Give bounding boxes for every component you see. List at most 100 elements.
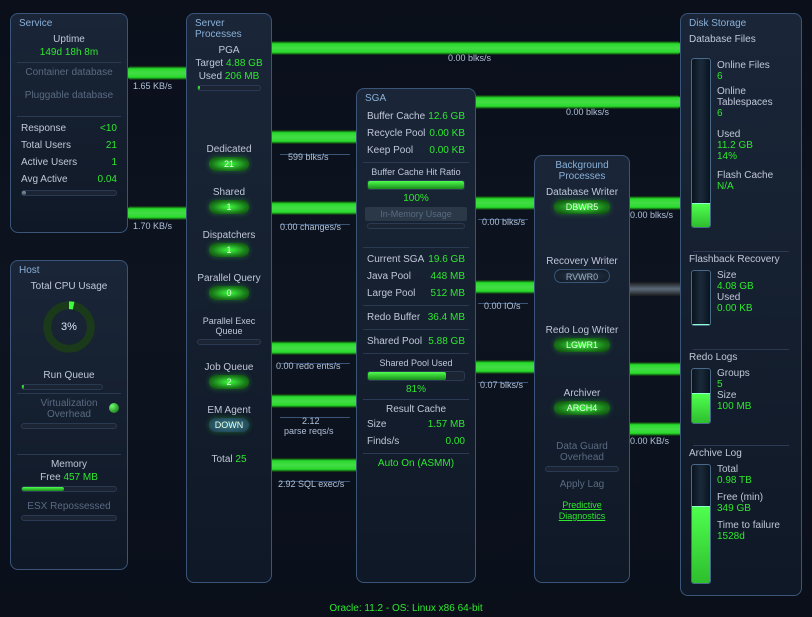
ttf-value: 1528d [717,531,797,542]
host-title: Host [11,263,127,280]
disk-used-pct: 14% [717,151,797,162]
pq-value[interactable]: 0 [209,286,249,300]
shared-value[interactable]: 1 [209,200,249,214]
flow-service-server-2 [128,206,188,220]
memory-free-value: 457 MB [63,472,97,483]
result-cache-label: Result Cache [357,403,475,416]
java-value: 448 MB [431,269,465,284]
recovery-value[interactable]: RVWR0 [554,269,610,283]
cpu-donut[interactable]: 3% [41,299,97,355]
redo-buffer-label: Redo Buffer [367,310,420,325]
memory-free-label: Free [40,472,61,483]
footer-text: Oracle: 11.2 - OS: Linux x86 64-bit [0,603,812,614]
pluggable-db-label: Pluggable database [11,89,127,102]
groups-label: Groups [717,368,797,379]
disk-title: Disk Storage [681,16,801,33]
inmem-label: In-Memory Usage [365,207,467,221]
flow-label: 0.00 IO/s [484,301,521,311]
service-panel: Service Uptime 149d 18h 8m Container dat… [10,13,128,233]
active-users-value: 1 [111,155,117,170]
flow-service-server-1 [128,66,188,80]
pga-bar [197,85,261,91]
flow-sga-bg-1 [472,196,536,210]
uptime-value: 149d 18h 8m [40,47,98,58]
shared-pool-label: Shared Pool [367,334,422,349]
flow-label: 0.07 blks/s [480,380,523,390]
server-title: Server Processes [187,16,271,44]
target-label: Target [195,58,223,69]
dbwriter-value[interactable]: DBWR5 [554,200,610,214]
flow-server-sga-1 [268,130,358,144]
recycle-label: Recycle Pool [367,126,425,141]
run-queue-label: Run Queue [11,369,127,382]
redo-tank[interactable] [691,368,711,424]
dispatchers-value[interactable]: 1 [209,243,249,257]
flow-label: 0.00 changes/s [280,222,341,232]
memory-bar [21,486,117,492]
apply-label: Apply Lag [535,478,629,491]
total-value: 25 [235,454,246,465]
pexec-label: Parallel Exec Queue [187,315,271,337]
flow-label: 0.00 KB/s [630,436,669,446]
uptime-label: Uptime [53,34,85,45]
ttf-label: Time to failure [717,520,797,531]
pq-label: Parallel Query [187,272,271,285]
dedicated-value[interactable]: 21 [209,157,249,171]
container-db-label: Container database [11,66,127,79]
cpu-pct: 3% [41,299,97,355]
redo-label: Redo Log Writer [535,324,629,337]
em-value[interactable]: DOWN [209,418,249,432]
java-label: Java Pool [367,269,411,284]
jq-value[interactable]: 2 [209,375,249,389]
hit-value: 100% [357,192,475,205]
flow-label: 0.00 blks/s [566,107,609,117]
avg-active-label: Avg Active [21,172,68,187]
shared-used-label: Shared Pool Used [357,357,475,369]
current-sga-value: 19.6 GB [428,252,465,267]
large-value: 512 MB [431,286,465,301]
host-panel: Host Total CPU Usage 3% Run Queue Virtua… [10,260,128,570]
redo-size-value: 100 MB [717,401,797,412]
esx-label: ESX Repossessed [11,500,127,513]
flow-label: 2.92 SQL exec/s [278,479,344,489]
dg-label: Data Guard Overhead [535,440,629,464]
predictive-link[interactable]: Predictive Diagnostics [559,500,606,521]
dbfiles-tank[interactable] [691,58,711,228]
flow-server-sga-3 [268,341,358,355]
keep-label: Keep Pool [367,143,413,158]
inmem-bar [367,223,465,229]
fb-used-label: Used [717,292,797,303]
sga-panel: SGA Buffer Cache12.6 GB Recycle Pool0.00… [356,88,476,583]
dispatchers-label: Dispatchers [187,229,271,242]
redo-value[interactable]: LGWR1 [554,338,610,352]
disk-used-label: Used [717,129,797,140]
rc-size-value: 1.57 MB [428,417,465,432]
flow-server-sga-5 [268,458,358,472]
archive-tank[interactable] [691,464,711,584]
used-label: Used [199,71,222,82]
hit-bar [367,180,465,190]
flow-server-sga-4 [268,394,358,408]
dg-bar [545,466,619,472]
asmm-label: Auto On (ASMM) [378,458,454,469]
shared-label: Shared [187,186,271,199]
service-title: Service [11,16,127,33]
total-users-label: Total Users [21,138,71,153]
flow-label: 2.12 [302,416,320,426]
esx-bar [21,515,117,521]
fb-label: Flashback Recovery [689,254,780,265]
fb-tank[interactable] [691,270,711,326]
rc-size-label: Size [367,417,386,432]
redo-buffer-value: 36.4 MB [428,310,465,325]
flow-label: 1.65 KB/s [133,81,172,91]
groups-value: 5 [717,379,797,390]
shared-used-bar [367,371,465,381]
recycle-value: 0.00 KB [429,126,465,141]
large-label: Large Pool [367,286,415,301]
online-files-value: 6 [717,71,797,82]
pga-label: PGA [187,44,271,57]
bg-title: Background Processes [535,158,629,186]
server-panel: Server Processes PGA Target 4.88 GB Used… [186,13,272,583]
response-value: <10 [100,121,117,136]
archiver-value[interactable]: ARCH4 [554,401,610,415]
